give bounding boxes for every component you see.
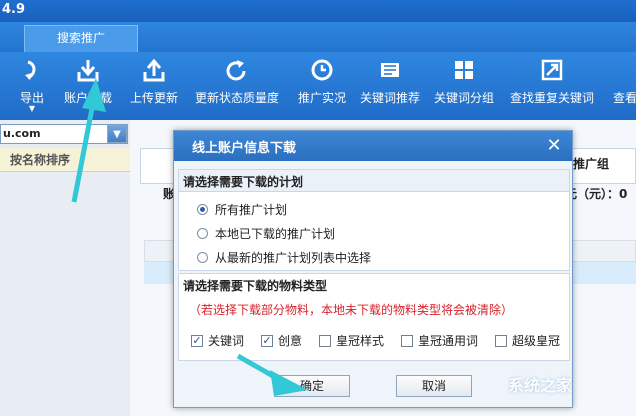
radio-dot[interactable]	[197, 252, 208, 263]
keyword-recommend-icon	[359, 58, 421, 88]
grid-icon	[433, 58, 495, 88]
watermark: 系统之家	[508, 376, 573, 395]
radio-local-plans[interactable]: 本地已下载的推广计划	[197, 225, 335, 242]
sort-by-name-header[interactable]: 按名称排序	[0, 148, 130, 172]
checkbox-super-crown[interactable]: 超级皇冠	[495, 332, 560, 349]
view-icon	[610, 58, 636, 88]
material-section: 请选择需要下载的物料类型 （若选择下载部分物料，本地未下载的物料类型将会被清除）…	[178, 273, 570, 361]
material-section-title: 请选择需要下载的物料类型	[179, 274, 569, 296]
window-title-bar: 4.9	[0, 0, 636, 22]
checkbox-creative[interactable]: ✓ 创意	[261, 332, 302, 349]
upload-update-button[interactable]: 上传更新	[128, 58, 180, 106]
warning-text: （若选择下载部分物料，本地未下载的物料类型将会被清除）	[189, 303, 514, 317]
find-duplicate-icon	[509, 58, 595, 88]
tab-bar: 搜索推广	[0, 22, 636, 52]
radio-dot[interactable]	[197, 228, 208, 239]
download-dialog: 线上账户信息下载 ✕ 请选择需要下载的计划 所有推广计划 本地已下载的推广计划 …	[173, 130, 573, 408]
window-title: 4.9	[2, 2, 26, 17]
plan-section: 请选择需要下载的计划 所有推广计划 本地已下载的推广计划 从最新的推广计划列表中…	[178, 169, 570, 271]
update-quality-button[interactable]: 更新状态质量度	[194, 58, 280, 106]
radio-latest-plans[interactable]: 从最新的推广计划列表中选择	[197, 249, 371, 266]
cancel-button[interactable]: 取消	[396, 375, 472, 397]
toolbar: 导出 ▼ 账户下载 上传更新 更新状态质量度 推广实况 关键词推荐 关键词分组 …	[0, 52, 636, 120]
checkbox-crown-common[interactable]: 皇冠通用词	[401, 332, 478, 349]
live-promotion-button[interactable]: 推广实况	[297, 58, 347, 106]
find-duplicate-keywords-button[interactable]: 查找重复关键词	[509, 58, 595, 106]
dialog-title: 线上账户信息下载	[174, 131, 572, 161]
plan-section-title: 请选择需要下载的计划	[179, 170, 569, 192]
grid-header-label: 推广组	[573, 157, 610, 171]
ok-button[interactable]: 确定	[274, 375, 350, 397]
radio-dot[interactable]	[197, 204, 208, 215]
keyword-recommend-button[interactable]: 关键词推荐	[359, 58, 421, 106]
chevron-down-icon[interactable]: ▼	[107, 125, 127, 143]
clock-icon	[297, 58, 347, 88]
grid-row-value: 元（元）：0	[565, 187, 628, 201]
refresh-icon	[194, 58, 280, 88]
radio-all-plans[interactable]: 所有推广计划	[197, 201, 287, 218]
download-icon	[62, 58, 114, 88]
checkbox-keyword[interactable]: ✓ 关键词	[191, 332, 244, 349]
checkbox-crown-style[interactable]: 皇冠样式	[319, 332, 384, 349]
tab-search-promotion[interactable]: 搜索推广	[24, 25, 138, 52]
account-download-button[interactable]: 账户下载	[62, 58, 114, 106]
view-button[interactable]: 查看	[610, 58, 636, 106]
export-button[interactable]: 导出 ▼	[14, 58, 50, 113]
dropdown-arrow-icon: ▼	[28, 104, 36, 113]
upload-icon	[128, 58, 180, 88]
material-checkboxes: ✓ 关键词 ✓ 创意 皇冠样式 皇冠通用词 超级皇冠	[191, 332, 571, 352]
close-icon[interactable]: ✕	[544, 136, 564, 156]
account-select[interactable]: u.com ▼	[0, 124, 128, 144]
export-icon	[14, 58, 50, 88]
keyword-group-button[interactable]: 关键词分组	[433, 58, 495, 106]
